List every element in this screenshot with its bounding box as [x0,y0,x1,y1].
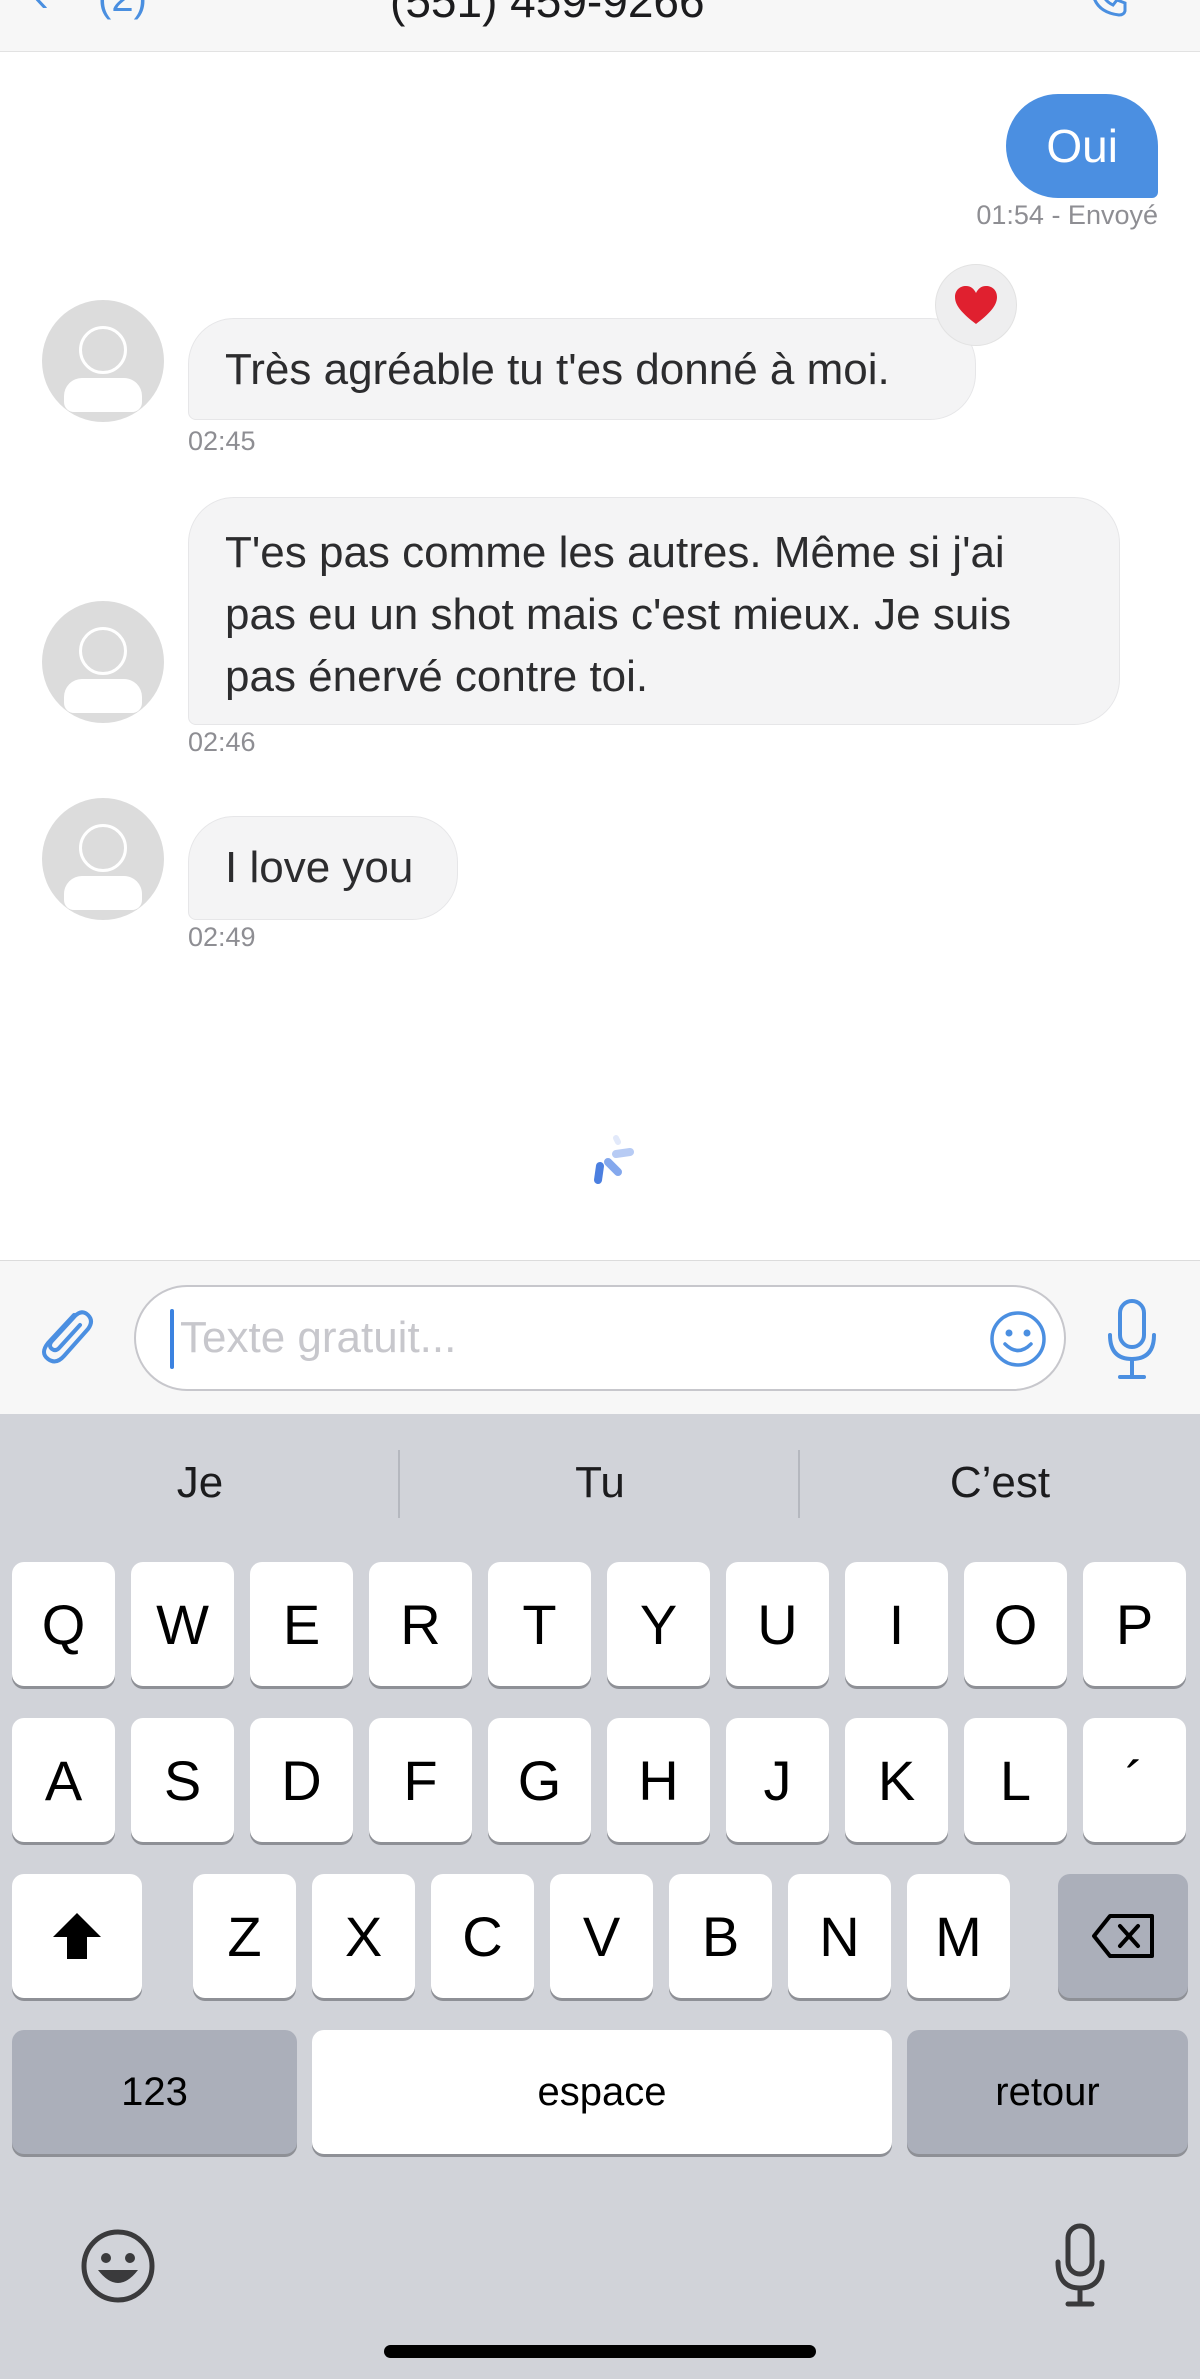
key-o[interactable]: O [964,1562,1067,1686]
shift-arrow-icon [53,1913,101,1959]
key-e[interactable]: E [250,1562,353,1686]
predictive-bar: Je Tu C’est [0,1414,1200,1552]
key-y[interactable]: Y [607,1562,710,1686]
onscreen-keyboard: Je Tu C’est Q W E R T Y U I O P A S D F … [0,1414,1200,2379]
suggestion-2[interactable]: Tu [400,1414,800,1552]
message-time: 02:46 [188,727,256,757]
paperclip-attach-icon[interactable] [30,1301,100,1371]
contact-avatar[interactable] [42,601,164,723]
back-chevron-icon[interactable]: ‹ [34,0,49,22]
key-l[interactable]: L [964,1718,1067,1842]
key-x[interactable]: X [312,1874,415,1998]
text-caret [170,1309,174,1369]
key-r[interactable]: R [369,1562,472,1686]
message-composer: Texte gratuit... [0,1260,1200,1414]
back-unread-count[interactable]: (2) [98,0,147,21]
emoji-picker-icon[interactable] [988,1309,1048,1369]
avatar-body-shape [64,378,142,412]
incoming-message-bubble[interactable]: I love you [188,816,458,920]
suggestion-3[interactable]: C’est [800,1414,1200,1552]
message-time: 02:49 [188,922,256,952]
phone-call-icon[interactable] [1088,0,1128,18]
numbers-key[interactable]: 123 [12,2030,297,2154]
suggestion-1[interactable]: Je [0,1414,400,1552]
contact-phone-number[interactable]: (551) 459-9266 [390,0,705,28]
contact-avatar[interactable] [42,300,164,422]
key-c[interactable]: C [431,1874,534,1998]
key-b[interactable]: B [669,1874,772,1998]
contact-avatar[interactable] [42,798,164,920]
message-input[interactable]: Texte gratuit... [134,1285,1066,1391]
key-f[interactable]: F [369,1718,472,1842]
message-time: 02:45 [188,426,256,456]
key-z[interactable]: Z [193,1874,296,1998]
voice-record-mic-icon[interactable] [1102,1297,1162,1381]
backspace-icon [1092,1914,1154,1958]
key-m[interactable]: M [907,1874,1010,1998]
key-h[interactable]: H [607,1718,710,1842]
key-q[interactable]: Q [12,1562,115,1686]
key-u[interactable]: U [726,1562,829,1686]
key-acute-accent[interactable]: ´ [1083,1718,1186,1842]
message-status-time: 01:54 - Envoyé [976,200,1158,230]
backspace-key[interactable] [1058,1874,1188,1998]
key-k[interactable]: K [845,1718,948,1842]
key-v[interactable]: V [550,1874,653,1998]
key-g[interactable]: G [488,1718,591,1842]
chat-header: ‹ (2) (551) 459-9266 [0,0,1200,52]
heart-reaction-icon[interactable] [935,264,1017,346]
key-d[interactable]: D [250,1718,353,1842]
outgoing-message-bubble[interactable]: Oui [1006,94,1158,198]
message-thread[interactable]: Oui 01:54 - Envoyé Très agréable tu t'es… [0,52,1200,1304]
dictation-mic-icon[interactable] [1052,2222,1108,2310]
return-key[interactable]: retour [907,2030,1188,2154]
avatar-body-shape [64,876,142,910]
key-s[interactable]: S [131,1718,234,1842]
key-t[interactable]: T [488,1562,591,1686]
incoming-message-bubble[interactable]: T'es pas comme les autres. Même si j'ai … [188,497,1120,725]
loading-spinner-icon [594,1135,634,1184]
shift-key[interactable] [12,1874,142,1998]
key-a[interactable]: A [12,1718,115,1842]
key-p[interactable]: P [1083,1562,1186,1686]
avatar-body-shape [64,679,142,713]
space-key[interactable]: espace [312,2030,892,2154]
avatar-head-shape [79,627,127,675]
home-indicator[interactable] [384,2345,816,2358]
avatar-head-shape [79,824,127,872]
key-w[interactable]: W [131,1562,234,1686]
incoming-message-bubble[interactable]: Très agréable tu t'es donné à moi. [188,318,976,420]
avatar-head-shape [79,326,127,374]
key-j[interactable]: J [726,1718,829,1842]
emoji-keyboard-icon[interactable] [78,2226,158,2306]
message-input-placeholder: Texte gratuit... [180,1313,457,1362]
key-i[interactable]: I [845,1562,948,1686]
key-n[interactable]: N [788,1874,891,1998]
